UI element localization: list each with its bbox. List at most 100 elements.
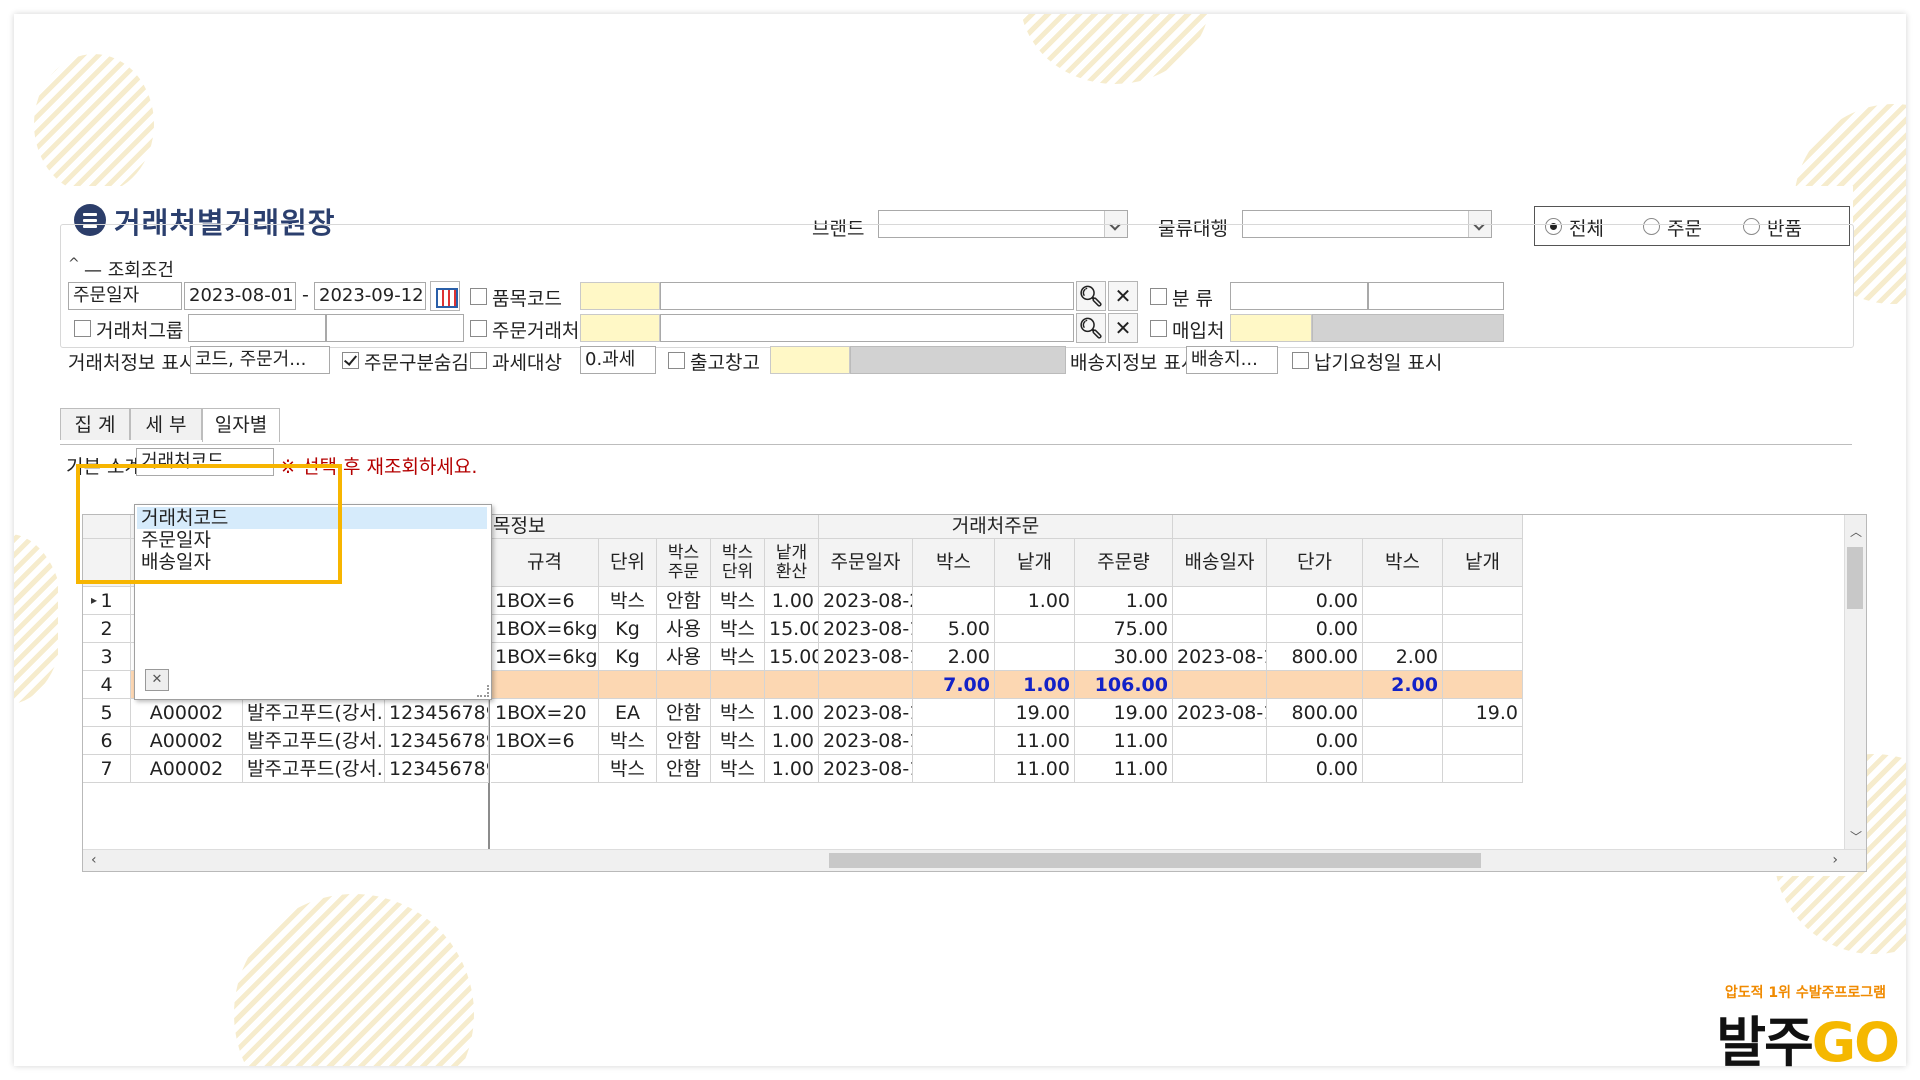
grid-cell-qty: 19.00: [1075, 699, 1173, 727]
subtotal-cell-box_order: [657, 671, 711, 699]
resize-grip-icon[interactable]: [477, 685, 489, 697]
item-code-label: 품목코드: [492, 288, 562, 310]
subtotal-cell-piece: 1.00: [995, 671, 1075, 699]
date-from-field[interactable]: 2023-08-01: [184, 282, 296, 310]
grid-cell-unit: 박스: [599, 587, 657, 615]
order-client-label: 주문거래처: [492, 320, 580, 342]
collapse-icon[interactable]: ^: [68, 256, 80, 272]
order-client-combo[interactable]: [660, 314, 1074, 342]
grid-cell-price: 800.00: [1267, 699, 1363, 727]
grid-cell-note: 1234567898: [385, 699, 489, 727]
grid-cell-spec: 1BOX=20: [491, 699, 599, 727]
category-checkbox[interactable]: [1150, 288, 1167, 305]
vertical-scrollbar[interactable]: ︿ ﹀: [1844, 515, 1866, 871]
grid-cell-box_unit: 박스: [711, 643, 765, 671]
scroll-thumb[interactable]: [1847, 547, 1863, 609]
category-combo-2[interactable]: [1368, 282, 1504, 310]
subtotal-cell-spec: [491, 671, 599, 699]
order-client-checkbox[interactable]: [470, 320, 487, 337]
grid-cell-conv: 15.00: [765, 615, 819, 643]
grid-cell-name: 발주고푸드(강서...: [243, 755, 385, 783]
hide-order-type-checkbox[interactable]: [342, 352, 359, 369]
due-date-label: 납기요청일 표시: [1314, 352, 1443, 374]
chevron-down-icon[interactable]: [160, 283, 182, 309]
client-group-label: 거래처그룹: [96, 320, 184, 342]
buyer-input[interactable]: [1230, 314, 1312, 342]
group-header-item-info: 목정보: [489, 515, 819, 539]
grid-cell-price: 0.00: [1267, 727, 1363, 755]
grid-cell-box2: [1363, 615, 1443, 643]
grid-cell-price: 800.00: [1267, 643, 1363, 671]
client-group-combo-1[interactable]: [188, 314, 326, 342]
column-header-conv: 낱개 환산: [765, 539, 819, 587]
grid-cell-box: [913, 587, 995, 615]
client-group-combo-2[interactable]: [326, 314, 464, 342]
item-code-checkbox[interactable]: [470, 288, 487, 305]
subtotal-cell-unit: [599, 671, 657, 699]
grid-cell-box_unit: 박스: [711, 755, 765, 783]
grid-cell-piece: [995, 643, 1075, 671]
grid-cell-box2: [1363, 727, 1443, 755]
taxable-checkbox[interactable]: [470, 352, 487, 369]
grid-cell-no: 2: [83, 615, 131, 643]
item-code-input[interactable]: [580, 282, 660, 310]
warehouse-input[interactable]: [770, 346, 850, 374]
grid-cell-conv: 1.00: [765, 699, 819, 727]
chevron-left-icon[interactable]: ‹: [91, 852, 97, 868]
client-info-combo[interactable]: 코드, 주문거...: [190, 346, 330, 374]
chevron-right-icon[interactable]: ›: [1832, 852, 1838, 868]
grid-cell-piece2: 19.0: [1443, 699, 1523, 727]
calendar-icon[interactable]: [430, 281, 460, 311]
group-header-client-order: 거래처주문: [819, 515, 1173, 539]
date-to-field[interactable]: 2023-09-12: [314, 282, 426, 310]
grid-cell-conv: 1.00: [765, 755, 819, 783]
tab-summary[interactable]: 집 계: [60, 408, 130, 440]
grid-cell-order_date: 2023-08-17: [819, 727, 913, 755]
subtotal-cell-price: [1267, 671, 1363, 699]
order-client-input[interactable]: [580, 314, 660, 342]
decor-circle: [14, 534, 64, 704]
tab-detail[interactable]: 세 부: [130, 408, 202, 440]
due-date-checkbox[interactable]: [1292, 352, 1309, 369]
shipping-info-combo[interactable]: 배송지...: [1186, 346, 1278, 374]
grid-cell-unit: Kg: [599, 643, 657, 671]
grid-cell-name: 발주고푸드(강서...: [243, 727, 385, 755]
column-header-box: 박스: [913, 539, 995, 587]
grid-cell-box: 5.00: [913, 615, 995, 643]
buyer-checkbox[interactable]: [1150, 320, 1167, 337]
decor-circle: [1020, 14, 1210, 84]
close-icon[interactable]: ✕: [1108, 313, 1138, 343]
search-icon[interactable]: 🔍︎: [1076, 281, 1106, 311]
column-header-box_unit: 박스 단위: [711, 539, 765, 587]
grid-cell-price: 0.00: [1267, 615, 1363, 643]
column-header-ship_date: 배송일자: [1173, 539, 1267, 587]
grid-cell-spec: 1BOX=6kg: [491, 643, 599, 671]
grid-cell-spec: [491, 755, 599, 783]
close-icon[interactable]: ✕: [145, 669, 169, 691]
client-group-checkbox[interactable]: [74, 320, 91, 337]
chevron-up-icon[interactable]: ︿: [1850, 523, 1862, 540]
grid-cell-note: 1234567898: [385, 727, 489, 755]
column-header-piece: 낱개: [995, 539, 1075, 587]
grid-cell-code: A00002: [131, 727, 243, 755]
category-combo-1[interactable]: [1230, 282, 1368, 310]
close-icon[interactable]: ✕: [1108, 281, 1138, 311]
warehouse-checkbox[interactable]: [668, 352, 685, 369]
search-icon[interactable]: 🔍︎: [1076, 313, 1106, 343]
grid-cell-qty: 75.00: [1075, 615, 1173, 643]
chevron-down-icon[interactable]: ﹀: [1850, 828, 1862, 845]
grid-cell-piece2: [1443, 643, 1523, 671]
subtotal-row-number: 4: [83, 671, 131, 699]
balju-go-logo: 발주GO: [1716, 1011, 1900, 1074]
grid-cell-box_unit: 박스: [711, 615, 765, 643]
tax-combo[interactable]: 0.과세: [580, 346, 656, 374]
horizontal-scrollbar[interactable]: ‹ ›: [83, 849, 1866, 871]
tab-by-date[interactable]: 일자별: [202, 408, 280, 442]
subtotal-cell-piece2: [1443, 671, 1523, 699]
group-header-shipping: [1173, 515, 1523, 539]
item-name-combo[interactable]: [660, 282, 1074, 310]
scroll-thumb[interactable]: [829, 853, 1481, 868]
grid-cell-ship_date: 2023-08-14: [1173, 699, 1267, 727]
warehouse-name-field: [850, 346, 1066, 374]
grid-cell-piece: 11.00: [995, 755, 1075, 783]
